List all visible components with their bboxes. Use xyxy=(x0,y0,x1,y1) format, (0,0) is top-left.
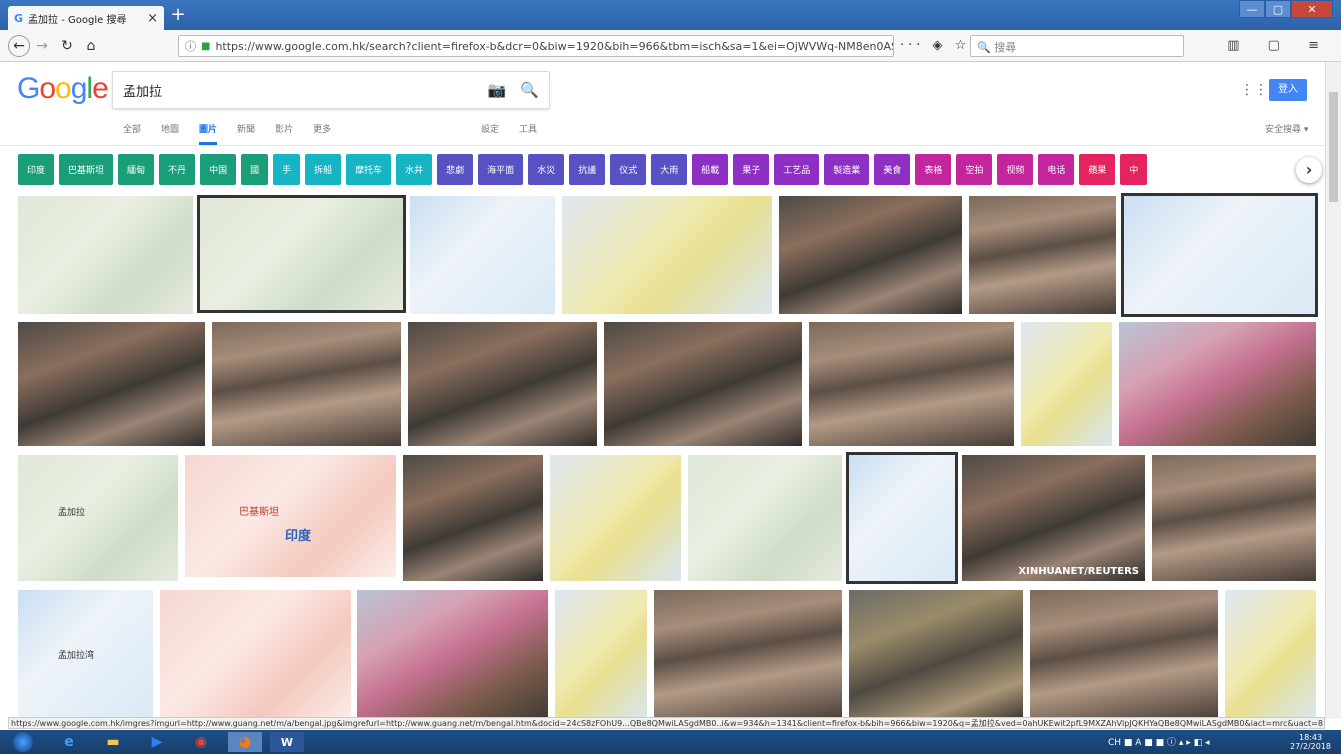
safesearch-toggle[interactable]: 安全搜尋 ▾ xyxy=(1265,122,1308,135)
chip-15[interactable]: 大雨 xyxy=(651,154,688,185)
search-icon[interactable]: 🔍 xyxy=(520,81,539,99)
chip-6[interactable]: 手 xyxy=(273,154,301,185)
chip-14[interactable]: 仪式 xyxy=(610,154,647,185)
image-result-18[interactable] xyxy=(688,455,842,581)
tab-more[interactable]: 更多 xyxy=(313,122,331,145)
chip-next-button[interactable]: › xyxy=(1296,157,1322,183)
related-chips: 印度 巴基斯坦 緬甸 不丹 中国國手拆船 摩托车 水井 悲劇 海平面 水災 抗議 仪式 大雨 船載 果子 工艺… xyxy=(18,154,1323,186)
chip-25[interactable]: 蘋果 xyxy=(1079,154,1116,185)
image-result-2[interactable] xyxy=(410,196,555,314)
chip-23[interactable]: 视频 xyxy=(997,154,1034,185)
tools-link[interactable]: 工具 xyxy=(519,122,537,135)
tab-news[interactable]: 新聞 xyxy=(237,122,255,145)
image-result-0[interactable] xyxy=(18,196,193,314)
image-result-16[interactable] xyxy=(403,455,543,581)
chip-7[interactable]: 拆船 xyxy=(305,154,342,185)
chip-24[interactable]: 电话 xyxy=(1038,154,1075,185)
scrollbar-thumb[interactable] xyxy=(1329,92,1338,202)
chip-22[interactable]: 空拍 xyxy=(956,154,993,185)
camera-icon[interactable]: 📷 xyxy=(488,81,507,99)
chip-1[interactable]: 巴基斯坦 xyxy=(59,154,114,185)
search-input[interactable]: 孟加拉 xyxy=(123,81,488,100)
chip-12[interactable]: 水災 xyxy=(528,154,565,185)
google-logo[interactable]: Google xyxy=(17,72,109,106)
chip-8[interactable]: 摩托车 xyxy=(346,154,392,185)
image-result-4[interactable] xyxy=(779,196,962,314)
firefox-icon[interactable]: ◕ xyxy=(228,732,262,752)
chip-18[interactable]: 工艺品 xyxy=(774,154,820,185)
image-result-27[interactable] xyxy=(849,590,1023,719)
chip-13[interactable]: 抗議 xyxy=(569,154,606,185)
media-player-icon[interactable]: ▶ xyxy=(140,732,174,752)
search-box[interactable]: 孟加拉 📷 🔍 xyxy=(112,71,550,109)
image-caption: 孟加拉湾 xyxy=(58,651,95,661)
image-result-15[interactable]: 巴基斯坦 印度 xyxy=(185,455,396,577)
image-result-25[interactable] xyxy=(555,590,647,719)
tab-all[interactable]: 全部 xyxy=(123,122,141,145)
chip-20[interactable]: 美食 xyxy=(874,154,911,185)
search-tabs: 全部 地圖 圖片 新聞 影片 更多 xyxy=(123,122,331,145)
chip-9[interactable]: 水井 xyxy=(396,154,433,185)
chip-16[interactable]: 船載 xyxy=(692,154,729,185)
search-tools: 設定 工具 xyxy=(481,122,537,135)
image-result-29[interactable] xyxy=(1225,590,1316,719)
image-result-6[interactable] xyxy=(1121,193,1318,317)
image-caption: 巴基斯坦 xyxy=(239,507,279,518)
image-result-7[interactable] xyxy=(18,322,205,446)
chip-0[interactable]: 印度 xyxy=(18,154,55,185)
chip-17[interactable]: 果子 xyxy=(733,154,770,185)
chip-2[interactable]: 緬甸 xyxy=(118,154,155,185)
sign-in-button[interactable]: 登入 xyxy=(1269,79,1307,101)
image-result-9[interactable] xyxy=(408,322,597,446)
image-result-19[interactable] xyxy=(846,452,958,584)
image-result-12[interactable] xyxy=(1021,322,1112,446)
image-result-26[interactable] xyxy=(654,590,842,719)
clock[interactable]: 18:43 27/2/2018 xyxy=(1290,733,1331,751)
image-result-3[interactable] xyxy=(562,196,772,314)
chrome-icon[interactable]: ◉ xyxy=(184,732,218,752)
scrollbar[interactable] xyxy=(1325,62,1341,719)
start-button[interactable] xyxy=(6,732,40,752)
chip-4[interactable]: 中国 xyxy=(200,154,237,185)
chip-3[interactable]: 不丹 xyxy=(159,154,196,185)
image-result-11[interactable] xyxy=(809,322,1014,446)
clock-time: 18:43 xyxy=(1298,733,1323,742)
image-result-13[interactable] xyxy=(1119,322,1316,446)
image-result-22[interactable]: 孟加拉湾 xyxy=(18,590,153,719)
chip-26[interactable]: 中 xyxy=(1120,154,1148,185)
chip-11[interactable]: 海平面 xyxy=(478,154,524,185)
image-result-5[interactable] xyxy=(969,196,1116,314)
image-result-21[interactable] xyxy=(1152,455,1316,581)
tab-maps[interactable]: 地圖 xyxy=(161,122,179,145)
image-result-20[interactable]: XINHUANET/REUTERS xyxy=(962,455,1145,581)
ie-icon[interactable]: e xyxy=(52,732,86,752)
settings-link[interactable]: 設定 xyxy=(481,122,499,135)
image-result-24[interactable] xyxy=(357,590,548,719)
image-result-8[interactable] xyxy=(212,322,401,446)
image-result-14[interactable]: 孟加拉 xyxy=(18,455,178,581)
chip-10[interactable]: 悲劇 xyxy=(437,154,474,185)
image-result-10[interactable] xyxy=(604,322,802,446)
file-explorer-icon[interactable]: ▬ xyxy=(96,732,130,752)
google-header: Google 孟加拉 📷 🔍 ⋮⋮⋮ 登入 全部 地圖 圖片 新聞 影片 更多 … xyxy=(0,62,1325,146)
tab-images[interactable]: 圖片 xyxy=(199,122,218,145)
clock-date: 27/2/2018 xyxy=(1290,742,1332,751)
image-result-17[interactable] xyxy=(550,455,681,581)
tab-videos[interactable]: 影片 xyxy=(275,122,293,145)
chip-21[interactable]: 表格 xyxy=(915,154,952,185)
image-result-23[interactable] xyxy=(160,590,351,719)
image-result-1[interactable] xyxy=(197,195,406,313)
chip-5[interactable]: 國 xyxy=(241,154,269,185)
image-result-28[interactable] xyxy=(1030,590,1218,719)
system-tray[interactable]: CH ■ A ■ ■ ⓘ ▴ ▸ ◧ ◂ xyxy=(1108,735,1210,748)
status-url: https://www.google.com.hk/imgres?imgurl=… xyxy=(8,717,1325,729)
chip-19[interactable]: 製造業 xyxy=(824,154,870,185)
image-caption: 印度 xyxy=(285,529,312,544)
image-caption: XINHUANET/REUTERS xyxy=(1018,566,1139,577)
image-caption: 孟加拉 xyxy=(58,508,86,518)
word-icon[interactable]: W xyxy=(270,732,304,752)
